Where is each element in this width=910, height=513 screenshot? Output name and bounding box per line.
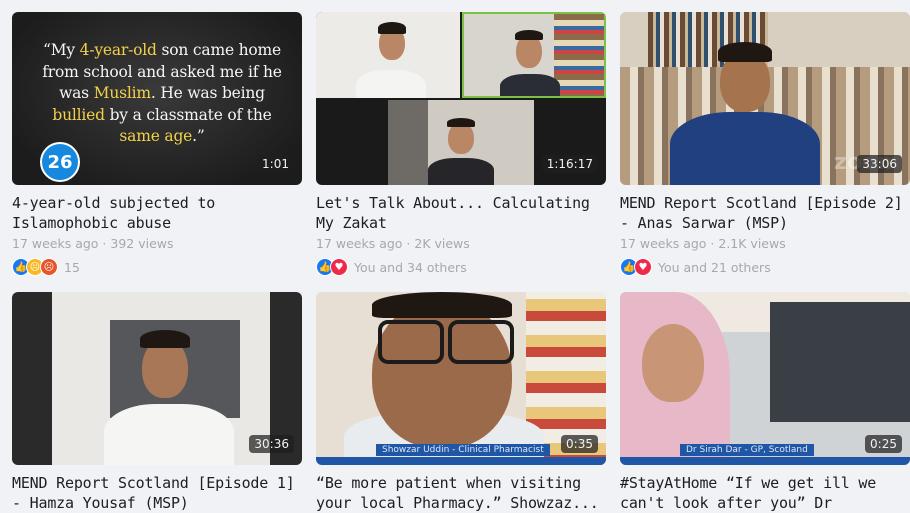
love-reaction-icon: ♥ (330, 258, 348, 276)
reaction-count: You and 34 others (354, 259, 467, 275)
video-meta: 17 weeks ago · 2K views (316, 236, 470, 251)
video-card[interactable]: 30:36 MEND Report Scotland [Episode 1] -… (12, 292, 302, 513)
video-duration: 30:36 (249, 435, 294, 453)
video-title[interactable]: “Be more patient when visiting your loca… (316, 473, 606, 513)
zoom-tile (388, 100, 534, 185)
video-duration: 33:06 (857, 155, 902, 173)
zoom-tile (462, 12, 606, 98)
video-duration: 0:35 (561, 435, 598, 453)
video-title[interactable]: 4-year-old subjected to Islamophobic abu… (12, 193, 302, 233)
video-thumbnail[interactable]: Showzar Uddin - Clinical Pharmacist 0:35 (316, 292, 606, 465)
lower-third-bar (620, 457, 910, 465)
lower-third-bar (316, 457, 606, 465)
reactions-row[interactable]: 👍 ☹ ☹ 15 (12, 257, 302, 277)
video-thumbnail[interactable]: 1:16:17 (316, 12, 606, 185)
video-title[interactable]: MEND Report Scotland [Episode 1] - Hamza… (12, 473, 302, 513)
lower-third-caption: Dr Sirah Dar - GP, Scotland (680, 444, 814, 456)
video-card[interactable]: Showzar Uddin - Clinical Pharmacist 0:35… (316, 292, 606, 513)
reactions-row[interactable]: 👍 ♥ You and 21 others (620, 257, 910, 277)
video-title[interactable]: Let's Talk About... Calculating My Zakat (316, 193, 606, 233)
video-meta: 17 weeks ago · 2.1K views (620, 236, 786, 251)
video-card[interactable]: “My 4-year-old son came home from school… (12, 12, 302, 277)
reactions-row[interactable]: 👍 ♥ You and 34 others (316, 257, 606, 277)
video-meta: 17 weeks ago · 392 views (12, 236, 174, 251)
video-thumbnail[interactable]: “My 4-year-old son came home from school… (12, 12, 302, 185)
video-duration: 0:25 (865, 435, 902, 453)
video-thumbnail[interactable]: Dr Sirah Dar - GP, Scotland 0:25 (620, 292, 910, 465)
angry-reaction-icon: ☹ (40, 258, 58, 276)
count-badge: 26 (40, 142, 80, 182)
love-reaction-icon: ♥ (634, 258, 652, 276)
lower-third-caption: Showzar Uddin - Clinical Pharmacist (376, 444, 550, 456)
video-card[interactable]: 1:16:17 Let's Talk About... Calculating … (316, 12, 606, 277)
zoom-tile (316, 12, 460, 98)
video-duration: 1:01 (257, 155, 294, 173)
reaction-count: You and 21 others (658, 259, 771, 275)
video-thumbnail[interactable]: zoom 33:06 (620, 12, 910, 185)
video-title[interactable]: #StayAtHome “If we get ill we can't look… (620, 473, 910, 513)
video-title[interactable]: MEND Report Scotland [Episode 2] - Anas … (620, 193, 910, 233)
video-card[interactable]: zoom 33:06 MEND Report Scotland [Episode… (620, 12, 910, 277)
video-card[interactable]: Dr Sirah Dar - GP, Scotland 0:25 #StayAt… (620, 292, 910, 513)
video-duration: 1:16:17 (541, 155, 598, 173)
reaction-count: 15 (64, 259, 80, 275)
video-thumbnail[interactable]: 30:36 (12, 292, 302, 465)
thumbnail-quote: “My 4-year-old son came home from school… (42, 41, 282, 145)
